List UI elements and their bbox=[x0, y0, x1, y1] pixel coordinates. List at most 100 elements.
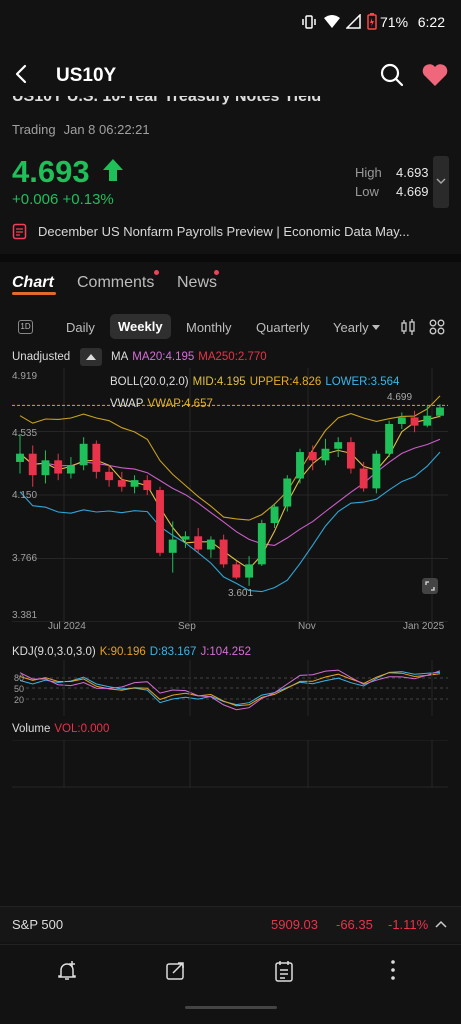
comments-unread-dot bbox=[154, 270, 159, 275]
expand-quote-button[interactable] bbox=[433, 156, 449, 208]
candle-body bbox=[359, 468, 368, 489]
low-value: 4.669 bbox=[396, 184, 429, 199]
trading-status: Trading Jan 8 06:22:21 bbox=[12, 122, 150, 137]
kdj-d-value: D:83.167 bbox=[149, 646, 197, 658]
period-monthly[interactable]: Monthly bbox=[186, 320, 232, 335]
kdj-k-value: K:90.196 bbox=[99, 646, 146, 658]
candle-body bbox=[423, 415, 432, 426]
period-quarterly[interactable]: Quarterly bbox=[256, 320, 309, 335]
news-banner[interactable]: December US Nonfarm Payrolls Preview | E… bbox=[12, 222, 452, 242]
favorite-heart-icon[interactable] bbox=[421, 62, 449, 88]
adjust-toggle-button[interactable] bbox=[80, 348, 102, 366]
last-price: 4.693 bbox=[12, 154, 90, 189]
chevron-up-icon[interactable] bbox=[435, 920, 447, 928]
candle-body bbox=[130, 480, 139, 487]
ma20-value: MA20:4.195 bbox=[132, 351, 195, 363]
share-icon[interactable] bbox=[165, 960, 187, 982]
candle-body bbox=[270, 506, 279, 524]
candle-body bbox=[232, 564, 241, 578]
volume-legend: Volume VOL:0.000 bbox=[12, 723, 110, 735]
price-change: +0.006 +0.13% bbox=[12, 191, 114, 208]
kdj-level-50: 50 bbox=[14, 684, 25, 694]
kdj-chart[interactable] bbox=[12, 660, 448, 716]
candle-body bbox=[92, 443, 101, 472]
chevron-down-icon bbox=[436, 178, 446, 184]
top-nav-bar: US10Y bbox=[0, 54, 461, 98]
candle-body bbox=[41, 460, 50, 476]
candle-body bbox=[257, 523, 266, 565]
news-unread-dot bbox=[214, 270, 219, 275]
high-label: High bbox=[355, 165, 382, 180]
candle-body bbox=[346, 442, 355, 469]
x-tick: Nov bbox=[298, 621, 316, 632]
candle-body bbox=[436, 407, 444, 416]
vwap-value: VWAP:4.657 bbox=[147, 398, 213, 410]
price-change-percent: +0.13% bbox=[62, 191, 114, 208]
wifi-icon bbox=[324, 15, 340, 28]
x-tick: Jul 2024 bbox=[48, 621, 86, 632]
boll-mid-value: MID:4.195 bbox=[192, 376, 246, 388]
candle-body bbox=[54, 460, 63, 474]
period-weekly[interactable]: Weekly bbox=[110, 314, 171, 339]
x-tick: Jan 2025 bbox=[403, 621, 445, 632]
candle-body bbox=[143, 480, 152, 491]
tab-chart[interactable]: Chart bbox=[12, 274, 54, 292]
section-divider bbox=[0, 254, 461, 262]
home-indicator bbox=[185, 1006, 277, 1009]
candle-body bbox=[385, 423, 394, 454]
yearly-dropdown-icon bbox=[372, 325, 380, 330]
bottom-action-bar bbox=[0, 944, 461, 1000]
clock: 6:22 bbox=[417, 14, 445, 30]
candlestick-type-icon[interactable] bbox=[400, 319, 416, 335]
signal-icon bbox=[346, 14, 361, 29]
index-ticker-bar[interactable]: S&P 500 5909.03 -66.35 -1.11% bbox=[0, 906, 461, 942]
boll-upper-value: UPPER:4.826 bbox=[249, 376, 322, 388]
intraday-1d-button[interactable]: 1D bbox=[18, 320, 33, 334]
search-icon[interactable] bbox=[379, 62, 405, 88]
vibrate-icon bbox=[302, 15, 316, 29]
symbol-title: US10Y bbox=[56, 65, 117, 86]
volume-chart[interactable] bbox=[12, 740, 448, 788]
candle-body bbox=[79, 443, 88, 466]
back-arrow-icon[interactable] bbox=[10, 62, 34, 86]
add-alert-bell-icon[interactable] bbox=[56, 960, 78, 982]
candle-body bbox=[28, 453, 37, 476]
period-yearly[interactable]: Yearly bbox=[333, 320, 369, 335]
candle-body bbox=[245, 564, 254, 578]
candle-body bbox=[372, 453, 381, 489]
instrument-full-name: US10Y U.S. 10-Year Treasury Notes Yield bbox=[12, 96, 322, 105]
candle-body bbox=[397, 417, 406, 424]
battery-percent: 71% bbox=[380, 14, 409, 30]
ma-legend: Unadjusted bbox=[12, 351, 74, 363]
notes-icon[interactable] bbox=[274, 959, 294, 983]
battery-icon bbox=[367, 13, 377, 30]
max-price-label: 4.699 bbox=[387, 392, 413, 403]
period-daily[interactable]: Daily bbox=[66, 320, 95, 335]
indicator-grid-icon[interactable] bbox=[429, 319, 445, 335]
candle-body bbox=[296, 452, 304, 479]
candle-body bbox=[308, 452, 317, 461]
candle-body bbox=[334, 442, 343, 449]
ma-values: MA MA20:4.195 MA250:2.770 bbox=[111, 351, 267, 363]
tab-news[interactable]: News bbox=[177, 274, 217, 292]
more-options-icon[interactable] bbox=[389, 959, 397, 981]
kdj-level-80: 80 bbox=[14, 673, 25, 683]
x-tick: Sep bbox=[178, 621, 196, 632]
price-up-arrow-icon bbox=[103, 159, 123, 181]
fullscreen-button[interactable] bbox=[422, 578, 438, 594]
candlestick-chart[interactable] bbox=[12, 368, 448, 622]
candle-body bbox=[194, 536, 203, 550]
boll-mid-line bbox=[19, 415, 441, 570]
volume-value: VOL:0.000 bbox=[54, 723, 110, 735]
y-tick: 3.381 bbox=[12, 610, 38, 621]
candle-body bbox=[181, 536, 190, 540]
y-tick: 4.535 bbox=[12, 428, 38, 439]
quote-timestamp: Jan 8 06:22:21 bbox=[63, 122, 150, 137]
status-bar: 71% 6:22 bbox=[0, 0, 461, 44]
tab-comments[interactable]: Comments bbox=[77, 274, 154, 292]
fullscreen-icon bbox=[425, 581, 435, 591]
triangle-up-icon bbox=[86, 354, 96, 360]
tab-active-underline bbox=[12, 292, 56, 295]
candle-body bbox=[66, 465, 75, 474]
candle-body bbox=[16, 453, 24, 462]
